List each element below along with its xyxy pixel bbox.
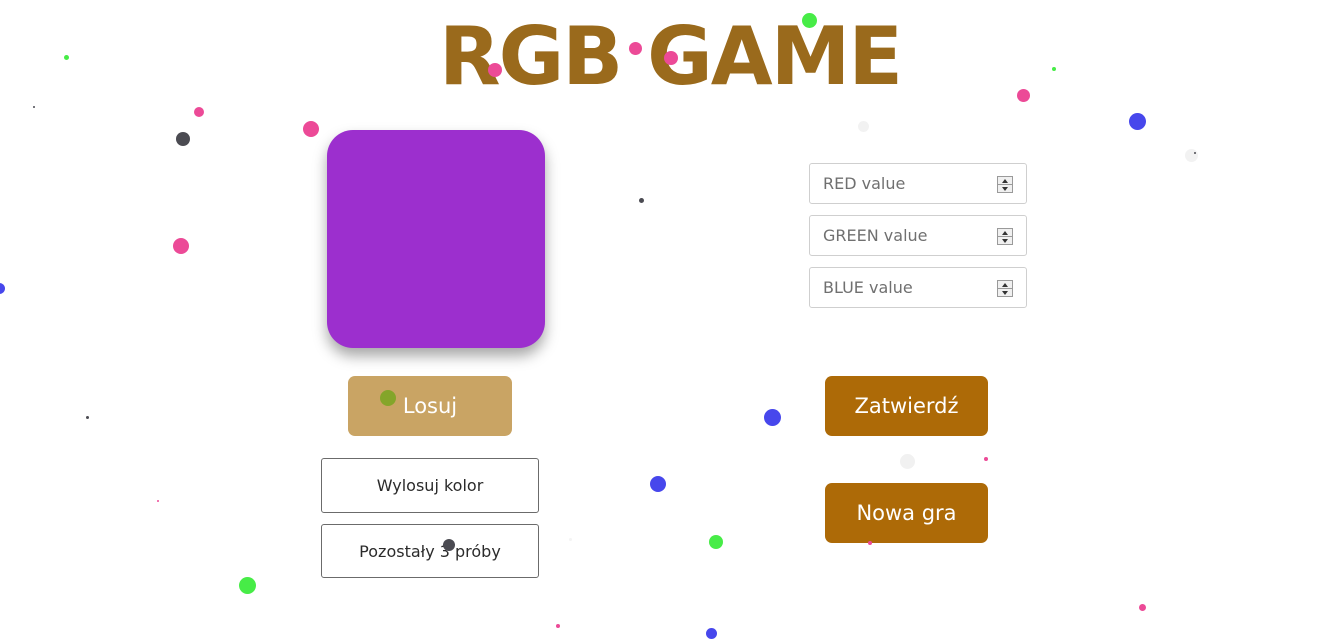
zatwierdz-button[interactable]: Zatwierdź [825,376,988,436]
confetti-dot-icon [1194,152,1196,154]
blue-value-input[interactable] [810,268,1003,307]
confetti-dot-icon [176,132,190,146]
green-value-input[interactable] [810,216,1003,255]
arrow-up-icon[interactable] [998,177,1012,185]
confetti-dot-icon [303,121,319,137]
blue-spinner-icon[interactable] [997,280,1013,297]
green-spinner-icon[interactable] [997,228,1013,245]
losuj-button[interactable]: Losuj [348,376,512,436]
red-value-input[interactable] [810,164,1003,203]
blue-value-field[interactable] [809,267,1027,308]
confetti-dot-icon [1129,113,1146,130]
confetti-dot-icon [556,624,560,628]
wylosuj-kolor-button[interactable]: Wylosuj kolor [321,458,539,513]
remaining-attempts-label: Pozostały 3 próby [321,524,539,578]
arrow-up-icon[interactable] [998,229,1012,237]
confetti-dot-icon [194,107,204,117]
confetti-dot-icon [709,535,723,549]
nowa-gra-button[interactable]: Nowa gra [825,483,988,543]
arrow-down-icon[interactable] [998,289,1012,296]
confetti-dot-icon [157,500,159,502]
arrow-down-icon[interactable] [998,237,1012,244]
confetti-dot-icon [0,283,5,294]
confetti-dot-icon [900,454,915,469]
confetti-dot-icon [33,106,35,108]
arrow-up-icon[interactable] [998,281,1012,289]
confetti-dot-icon [764,409,781,426]
arrow-down-icon[interactable] [998,185,1012,192]
confetti-dot-icon [984,457,988,461]
confetti-dot-icon [858,121,869,132]
red-spinner-icon[interactable] [997,176,1013,193]
green-value-field[interactable] [809,215,1027,256]
confetti-dot-icon [639,198,644,203]
page-title: RGB GAME [439,10,903,103]
confetti-dot-icon [86,416,89,419]
red-value-field[interactable] [809,163,1027,204]
confetti-dot-icon [239,577,256,594]
confetti-dot-icon [650,476,666,492]
color-preview-box [327,130,545,348]
confetti-dot-icon [1139,604,1146,611]
confetti-dot-icon [1185,149,1198,162]
confetti-dot-icon [173,238,189,254]
confetti-dot-icon [706,628,717,639]
confetti-dot-icon [569,538,572,541]
